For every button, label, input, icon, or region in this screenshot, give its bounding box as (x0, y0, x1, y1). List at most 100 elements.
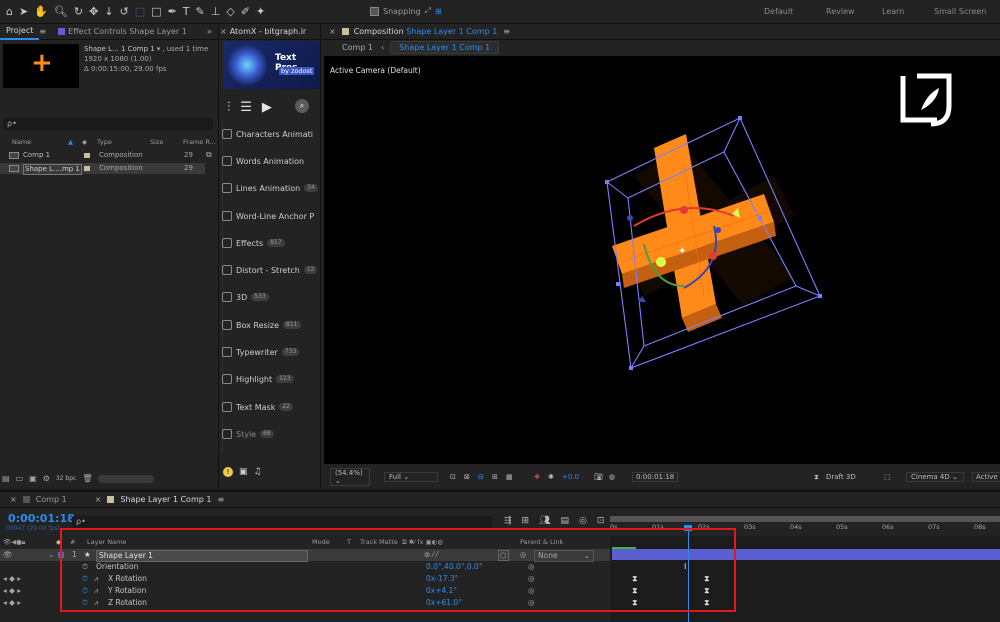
bpc-label[interactable]: 32 bpc (56, 475, 76, 482)
eraser-tool-icon[interactable]: ◇ (226, 5, 234, 18)
search-icon[interactable]: ⌕ (295, 99, 309, 113)
draft-3d-label[interactable]: Draft 3D (826, 473, 856, 481)
list-item[interactable]: Distort - Stretch 12 (222, 262, 318, 278)
tab-atomx[interactable]: AtomX - bitgraph.ir (227, 25, 313, 39)
new-folder-icon[interactable]: ▭ (16, 474, 24, 483)
active-camera-dropdown[interactable]: Active C (972, 472, 1000, 482)
dolly-tool-icon[interactable]: ↓ (104, 5, 113, 18)
keyframe-nav-icon[interactable]: ◂ ◆ ▸ (3, 573, 21, 585)
pan-tool-icon[interactable]: ✥ (89, 5, 98, 18)
tab-effect-controls[interactable]: Effect Controls Shape Layer 1 (68, 25, 193, 39)
snapshot-icon[interactable]: 📷︎ (594, 473, 603, 481)
exposure-value[interactable]: +0.0 (562, 473, 579, 481)
tab-composition[interactable]: Composition Shape Layer 1 Comp 1 (349, 25, 504, 39)
project-search-input[interactable]: ρ• (3, 118, 213, 130)
breadcrumb-current[interactable]: Shape Layer 1 Comp 1 (390, 41, 500, 54)
list-item[interactable]: Highlight 123 (222, 371, 294, 387)
timeline-search-input[interactable]: ρ• (72, 516, 492, 528)
project-menu-icon[interactable]: ≡ (39, 27, 46, 36)
scroll-bar[interactable] (98, 474, 155, 483)
type-tool-icon[interactable]: T (183, 5, 190, 18)
list-item[interactable]: Word-Line Anchor P (222, 208, 314, 224)
dropdown-icon[interactable]: ▾ (157, 44, 161, 54)
breadcrumb-comp1[interactable]: Comp 1 (342, 43, 373, 52)
close-icon[interactable]: × (329, 27, 336, 36)
3d-ground-plane-icon[interactable]: ▦ (506, 473, 513, 481)
list-item[interactable]: Characters Animati (222, 126, 313, 142)
panel-expand-icon[interactable]: » (207, 27, 212, 36)
column-size[interactable]: Size (150, 138, 163, 146)
close-icon[interactable]: × (95, 495, 102, 504)
preview-icon[interactable]: ▶ (262, 100, 272, 115)
hand-tool-icon[interactable]: ✋ (34, 5, 48, 18)
color-management-icon[interactable]: ✺ (548, 473, 554, 481)
puppet-pin-tool-icon[interactable]: ✦ (256, 5, 265, 18)
region-of-interest-icon[interactable]: ⊡ (450, 473, 456, 481)
snapping-checkbox[interactable] (370, 6, 379, 16)
composition-viewer[interactable]: Active Camera (Default) ✦ (324, 56, 1000, 464)
motion-blur-icon[interactable]: ◎ (579, 516, 587, 526)
flowchart-icon[interactable]: ⧉ (206, 150, 212, 160)
workspace-default[interactable]: Default (764, 7, 826, 16)
shy-layers-icon[interactable]: 👥︎ (539, 516, 550, 526)
rectangle-tool-icon[interactable]: □ (151, 5, 161, 18)
list-item[interactable]: 3D 533 (222, 289, 269, 305)
close-icon[interactable]: × (220, 27, 227, 36)
tab-comp1[interactable]: Comp 1 (30, 493, 73, 507)
lock-icon[interactable] (341, 28, 349, 35)
column-type[interactable]: Type (97, 138, 112, 146)
project-settings-icon[interactable]: ⚙ (43, 474, 50, 483)
visibility-eye-icon[interactable]: 👁︎ (3, 549, 13, 561)
workspace-review[interactable]: Review (826, 7, 882, 16)
atomx-banner[interactable]: Text Pres by zodost (223, 41, 321, 89)
renderer-dropdown[interactable]: Cinema 4D ⌄ (906, 472, 964, 482)
draft-3d-toggle-icon[interactable]: ⊞ (522, 516, 530, 526)
close-icon[interactable]: × (10, 495, 17, 504)
brush-tool-icon[interactable]: ✎ (196, 5, 205, 18)
frame-blending-icon[interactable]: ▤ (561, 516, 570, 526)
list-item[interactable]: Effects 817 (222, 235, 285, 251)
list-view-icon[interactable]: ☰ (240, 100, 252, 115)
list-item[interactable]: Shape L....mp 1 Composition 29 (0, 163, 205, 175)
zoom-dropdown[interactable]: (54.4%) ⌄ (330, 468, 370, 486)
interpret-footage-icon[interactable]: ▤ (2, 474, 10, 483)
viewer-timecode[interactable]: 0:00:01:18 (632, 472, 679, 482)
zoom-tool-icon[interactable]: 🔍︎ (54, 5, 68, 18)
tab-project[interactable]: Project (0, 24, 40, 40)
list-item[interactable]: Words Animation (222, 153, 304, 169)
draft-3d-icon[interactable]: ⧗ (814, 473, 819, 482)
keyframe-nav-icon[interactable]: ◂ ◆ ▸ (3, 597, 21, 609)
mask-visibility-icon[interactable]: ⊞ (492, 473, 498, 481)
graph-editor-icon[interactable]: ⊡ (597, 516, 605, 526)
new-composition-icon[interactable]: ▣ (29, 474, 37, 483)
expand-arrow-icon[interactable]: ⌄ (48, 549, 54, 561)
list-item[interactable]: Box Resize 811 (222, 317, 301, 333)
resolution-dropdown[interactable]: Full ⌄ (384, 472, 438, 482)
list-item[interactable]: Typewriter 733 (222, 344, 300, 360)
pen-tool-icon[interactable]: ✒ (168, 5, 177, 18)
sliders-icon[interactable]: ⫶ (227, 100, 230, 115)
panel-menu-icon[interactable]: ≡ (503, 27, 510, 36)
guides-icon[interactable]: ⊟ (478, 473, 484, 481)
keyframe-nav-icon[interactable]: ◂ ◆ ▸ (3, 585, 21, 597)
tab-shape-layer-comp[interactable]: Shape Layer 1 Comp 1 (114, 493, 217, 507)
work-area-bar[interactable] (610, 516, 1000, 522)
current-time[interactable]: 0:00:01:18 (8, 512, 75, 525)
roto-brush-tool-icon[interactable]: ✐ (241, 5, 250, 18)
show-snapshot-icon[interactable]: ◍ (609, 473, 615, 481)
list-item[interactable]: Style 68 (222, 426, 274, 442)
trash-icon[interactable]: 🗑︎ (82, 474, 92, 483)
extended-viewer-icon[interactable]: ⬚ (884, 473, 891, 481)
selection-tool-icon[interactable]: ➤ (19, 5, 28, 18)
color-channel-icon[interactable]: ❖ (534, 473, 540, 481)
list-item[interactable]: Comp 1 Composition 29 (0, 150, 205, 161)
list-item[interactable]: Text Mask 22 (222, 399, 293, 415)
orbit-tool-icon[interactable]: ↻ (74, 5, 83, 18)
transparency-grid-icon[interactable]: ⊠ (464, 473, 470, 481)
pan-behind-tool-icon[interactable]: ⬚ (135, 5, 145, 18)
workspace-learn[interactable]: Learn (882, 7, 934, 16)
music-icon[interactable]: ♫ (254, 467, 262, 477)
rotate-tool-icon[interactable]: ↺ (120, 5, 129, 18)
column-name[interactable]: Name (12, 138, 31, 146)
workspace-small-screen[interactable]: Small Screen (934, 7, 994, 16)
